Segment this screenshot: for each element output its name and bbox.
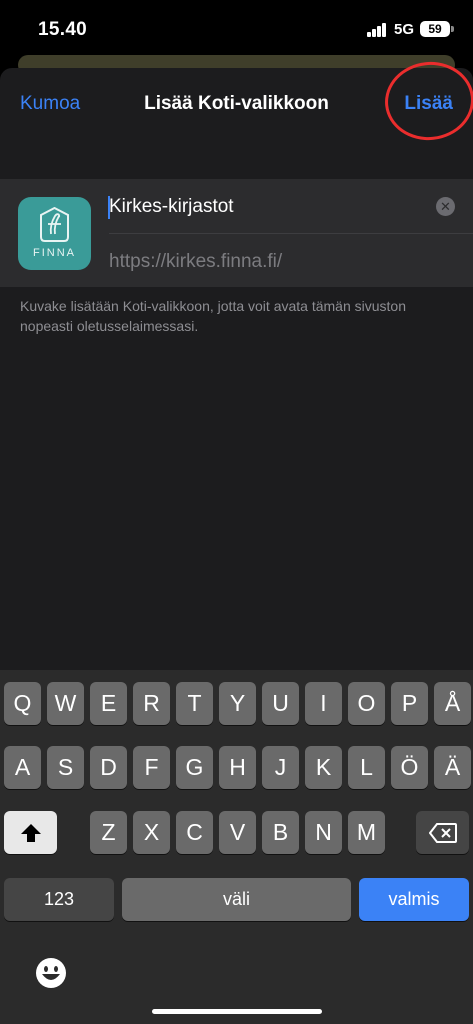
site-icon: FINNA [18,197,91,270]
key-o[interactable]: O [348,682,385,725]
battery-icon: 59 [420,21,450,37]
key-k[interactable]: K [305,746,342,789]
key-ö[interactable]: Ö [391,746,428,789]
finna-logo-icon [40,207,69,242]
key-b[interactable]: B [262,811,299,854]
cellular-signal-icon [367,23,387,37]
key-x[interactable]: X [133,811,170,854]
key-m[interactable]: M [348,811,385,854]
key-r[interactable]: R [133,682,170,725]
key-l[interactable]: L [348,746,385,789]
status-bar: 15.40 5G 59 [0,0,473,62]
done-key[interactable]: valmis [359,878,469,921]
key-a[interactable]: A [4,746,41,789]
key-v[interactable]: V [219,811,256,854]
field-separator [109,233,473,234]
backspace-icon [428,823,457,843]
key-f[interactable]: F [133,746,170,789]
key-n[interactable]: N [305,811,342,854]
hint-text: Kuvake lisätään Koti-valikkoon, jotta vo… [20,298,406,334]
key-ä[interactable]: Ä [434,746,471,789]
bookmark-title-input[interactable]: Kirkes-kirjastot [109,196,449,220]
backspace-key[interactable] [416,811,469,854]
key-å[interactable]: Å [434,682,471,725]
key-i[interactable]: I [305,682,342,725]
space-key[interactable]: väli [122,878,351,921]
key-w[interactable]: W [47,682,84,725]
shift-key[interactable] [4,811,57,854]
key-s[interactable]: S [47,746,84,789]
battery-nub [451,26,454,32]
key-g[interactable]: G [176,746,213,789]
key-e[interactable]: E [90,682,127,725]
site-icon-label: FINNA [33,247,76,259]
home-indicator [152,1009,322,1014]
key-z[interactable]: Z [90,811,127,854]
status-time: 15.40 [38,19,88,40]
key-t[interactable]: T [176,682,213,725]
cancel-button[interactable]: Kumoa [20,93,80,115]
emoji-icon[interactable] [34,956,68,990]
key-q[interactable]: Q [4,682,41,725]
key-d[interactable]: D [90,746,127,789]
key-u[interactable]: U [262,682,299,725]
network-type: 5G [394,21,415,38]
key-c[interactable]: C [176,811,213,854]
key-h[interactable]: H [219,746,256,789]
key-p[interactable]: P [391,682,428,725]
key-j[interactable]: J [262,746,299,789]
clear-text-icon[interactable]: ✕ [436,197,455,216]
numbers-key[interactable]: 123 [4,878,114,921]
shift-icon [20,824,41,842]
bookmark-url: https://kirkes.finna.fi/ [109,251,283,272]
key-y[interactable]: Y [219,682,256,725]
